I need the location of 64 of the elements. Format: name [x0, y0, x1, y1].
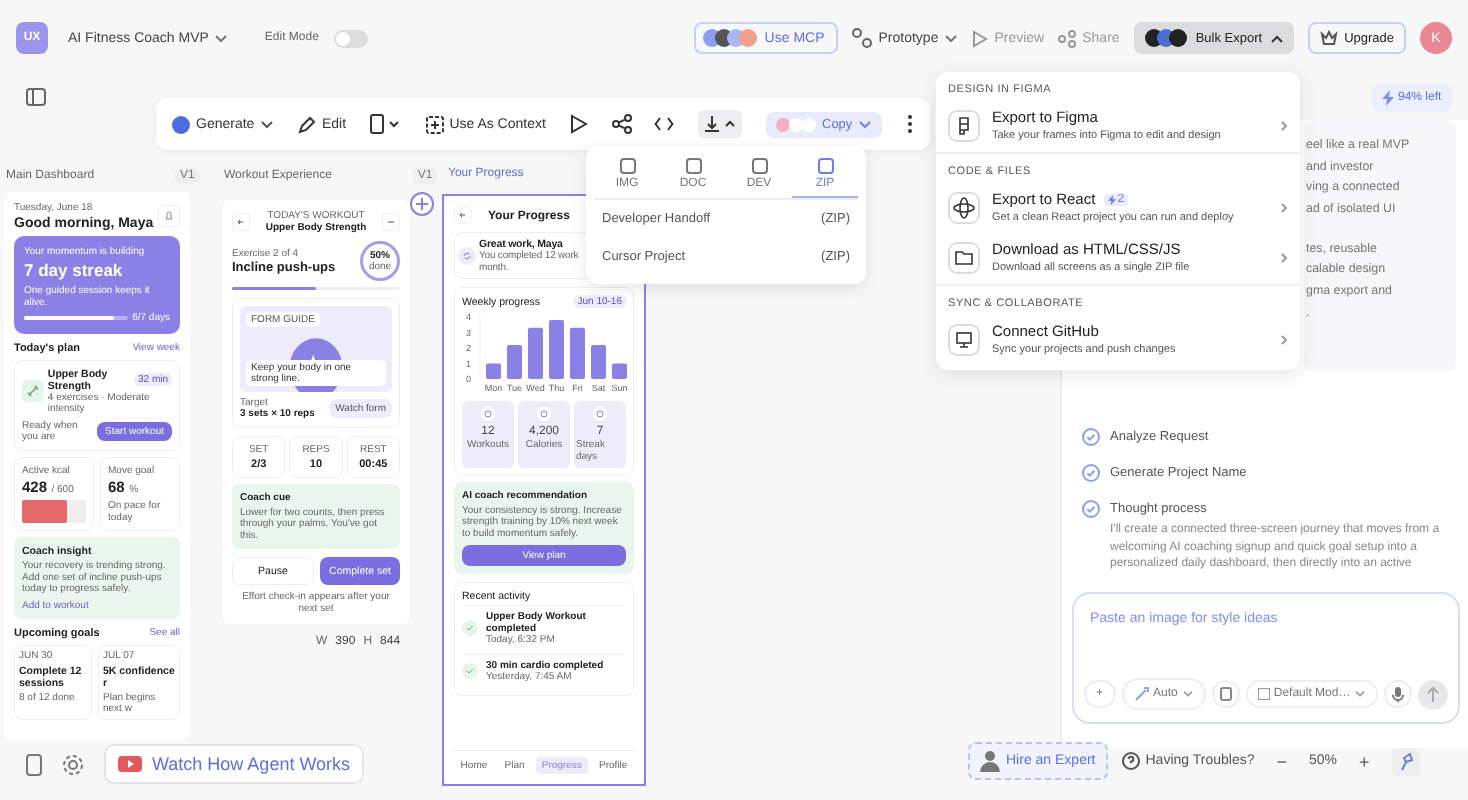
stat-icon	[593, 407, 607, 421]
watch-video-button[interactable]: Watch How Agent Works	[104, 744, 365, 784]
zoom-in-button[interactable]: +	[1351, 751, 1378, 771]
app-icons	[776, 117, 816, 131]
dumbbell-icon	[22, 378, 44, 404]
chart-bar	[507, 344, 522, 379]
bolt-icon	[1382, 90, 1394, 106]
bolt-icon	[1107, 193, 1116, 205]
caret-icon	[1354, 690, 1367, 698]
crown-icon	[1320, 30, 1339, 46]
chart-bar	[486, 363, 501, 379]
check-icon	[462, 620, 478, 637]
check-icon	[462, 663, 478, 679]
sidebar-icon[interactable]	[26, 88, 46, 106]
chevron-right-icon	[1280, 333, 1288, 345]
caret-icon	[214, 33, 229, 43]
caret-icon	[1270, 33, 1285, 43]
monitor-icon	[948, 323, 980, 355]
app-icons	[1143, 28, 1188, 48]
video-icon	[118, 756, 142, 772]
add-screen-icon[interactable]	[410, 192, 434, 216]
code-icon[interactable]	[654, 116, 675, 132]
folder-icon	[948, 241, 980, 273]
stat-icon	[537, 407, 551, 421]
microphone-icon[interactable]	[1384, 680, 1413, 708]
back-icon[interactable]	[454, 206, 472, 224]
edit-mode-toggle[interactable]	[334, 29, 369, 47]
share-icon	[1058, 29, 1077, 47]
caret-icon	[1181, 690, 1194, 698]
chevron-right-icon	[1280, 251, 1288, 263]
sync-icon	[458, 246, 476, 265]
help-icon	[1121, 752, 1140, 770]
chart-bar	[612, 363, 627, 379]
caret-icon	[858, 119, 873, 129]
caret-icon	[944, 33, 959, 43]
phone-icon[interactable]	[26, 753, 42, 775]
chevron-right-icon	[1280, 201, 1288, 213]
stat-icon	[481, 407, 495, 421]
more-icon[interactable]	[906, 114, 914, 134]
caret-icon	[260, 119, 275, 129]
chart-bar	[591, 344, 606, 379]
figma-icon	[948, 109, 980, 141]
play-icon	[972, 29, 989, 47]
frame-icon	[425, 115, 444, 133]
app-icons	[702, 28, 759, 48]
back-icon[interactable]	[232, 212, 250, 231]
download-icon[interactable]	[698, 110, 743, 138]
clipboard-icon[interactable]	[1211, 680, 1240, 708]
chart-bar	[570, 327, 585, 379]
person-icon	[980, 750, 1000, 772]
chart-bar	[528, 327, 543, 379]
settings-icon[interactable]	[62, 753, 84, 775]
atom-icon	[948, 191, 980, 223]
chart-bar	[549, 320, 564, 379]
chevron-right-icon	[1280, 119, 1288, 131]
send-icon[interactable]	[1418, 679, 1449, 709]
play-icon[interactable]	[569, 114, 588, 134]
streak-title: 7 day streak	[24, 261, 125, 281]
device-icon[interactable]	[369, 114, 402, 134]
wand-icon	[1133, 686, 1150, 702]
zoom-out-button[interactable]: −	[1268, 751, 1295, 771]
pencil-icon	[298, 115, 316, 133]
nodes-icon	[852, 28, 873, 48]
share-icon[interactable]	[611, 114, 632, 134]
